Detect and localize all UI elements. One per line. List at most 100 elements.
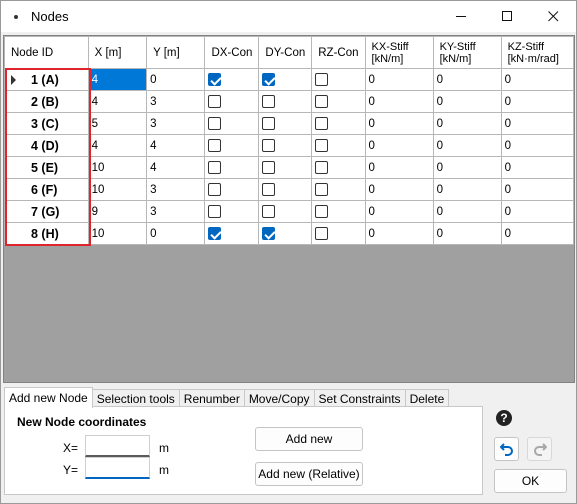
dx-constraint-cell[interactable] xyxy=(204,222,260,245)
table-row[interactable]: 4 (D) 4 4 0 0 0 xyxy=(4,134,574,157)
rz-constraint-cell[interactable] xyxy=(311,200,366,223)
kx-cell[interactable]: 0 xyxy=(364,112,434,135)
ky-cell[interactable]: 0 xyxy=(432,112,502,135)
x-cell[interactable]: 9 xyxy=(87,200,148,223)
x-cell[interactable]: 5 xyxy=(87,112,148,135)
dx-constraint-cell[interactable] xyxy=(204,156,260,179)
y-cell[interactable]: 3 xyxy=(146,200,206,223)
maximize-button[interactable] xyxy=(484,1,530,32)
rz-constraint-cell[interactable] xyxy=(311,156,366,179)
help-icon[interactable]: ? xyxy=(496,410,512,426)
table-row[interactable]: 1 (A) 4 0 0 0 0 xyxy=(4,68,574,91)
x-cell[interactable]: 10 xyxy=(87,178,148,201)
column-header-id[interactable]: Node ID xyxy=(4,36,89,69)
y-cell[interactable]: 0 xyxy=(146,222,206,245)
dy-constraint-cell[interactable] xyxy=(258,178,313,201)
rz-constraint-cell[interactable] xyxy=(311,222,366,245)
ky-cell[interactable]: 0 xyxy=(432,156,502,179)
kz-cell[interactable]: 0 xyxy=(500,156,574,179)
rz-constraint-cell[interactable] xyxy=(311,90,366,113)
x-cell[interactable]: 4 xyxy=(87,90,148,113)
kx-cell[interactable]: 0 xyxy=(364,68,434,91)
dy-constraint-checkbox[interactable] xyxy=(262,95,276,108)
kx-cell[interactable]: 0 xyxy=(364,156,434,179)
kz-cell[interactable]: 0 xyxy=(500,222,574,245)
rz-constraint-checkbox[interactable] xyxy=(315,95,329,108)
dy-constraint-checkbox[interactable] xyxy=(262,117,276,130)
x-cell[interactable]: 10 xyxy=(87,222,148,245)
dx-constraint-cell[interactable] xyxy=(204,134,260,157)
node-id-cell[interactable]: 1 (A) xyxy=(4,68,89,91)
dy-constraint-cell[interactable] xyxy=(258,90,313,113)
ky-cell[interactable]: 0 xyxy=(432,90,502,113)
dx-constraint-checkbox[interactable] xyxy=(208,205,222,218)
dx-constraint-checkbox[interactable] xyxy=(208,139,222,152)
node-id-cell[interactable]: 2 (B) xyxy=(4,90,89,113)
tab-add-new-node[interactable]: Add new Node xyxy=(4,387,93,408)
y-coordinate-input[interactable] xyxy=(85,457,150,479)
table-row[interactable]: 6 (F) 10 3 0 0 0 xyxy=(4,178,574,201)
kz-cell[interactable]: 0 xyxy=(500,90,574,113)
rz-constraint-checkbox[interactable] xyxy=(315,161,329,174)
dx-constraint-checkbox[interactable] xyxy=(208,227,222,240)
column-header-dx[interactable]: DX-Con xyxy=(204,36,260,69)
table-row[interactable]: 3 (C) 5 3 0 0 0 xyxy=(4,112,574,135)
ky-cell[interactable]: 0 xyxy=(432,68,502,91)
node-id-cell[interactable]: 7 (G) xyxy=(4,200,89,223)
dx-constraint-cell[interactable] xyxy=(204,200,260,223)
column-header-kx[interactable]: KX-Stiff [kN/m] xyxy=(364,36,434,69)
column-header-rz[interactable]: RZ-Con xyxy=(311,36,366,69)
redo-button[interactable] xyxy=(527,437,552,461)
rz-constraint-cell[interactable] xyxy=(311,112,366,135)
node-id-cell[interactable]: 6 (F) xyxy=(4,178,89,201)
column-header-dy[interactable]: DY-Con xyxy=(258,36,313,69)
node-id-cell[interactable]: 8 (H) xyxy=(4,222,89,245)
kz-cell[interactable]: 0 xyxy=(500,178,574,201)
rz-constraint-checkbox[interactable] xyxy=(315,139,329,152)
ky-cell[interactable]: 0 xyxy=(432,178,502,201)
x-cell[interactable]: 4 xyxy=(87,68,148,91)
kx-cell[interactable]: 0 xyxy=(364,90,434,113)
dy-constraint-cell[interactable] xyxy=(258,200,313,223)
ok-button[interactable]: OK xyxy=(494,469,567,493)
ky-cell[interactable]: 0 xyxy=(432,134,502,157)
close-button[interactable] xyxy=(530,1,576,32)
table-row[interactable]: 5 (E) 10 4 0 0 0 xyxy=(4,156,574,179)
column-header-x[interactable]: X [m] xyxy=(87,36,148,69)
rz-constraint-cell[interactable] xyxy=(311,68,366,91)
nodes-grid[interactable]: Node ID X [m] Y [m] DX-Con DY-Con RZ-Con KX-St… xyxy=(3,35,575,383)
kz-cell[interactable]: 0 xyxy=(500,112,574,135)
x-coordinate-input[interactable] xyxy=(85,435,150,457)
minimize-button[interactable] xyxy=(438,1,484,32)
table-row[interactable]: 7 (G) 9 3 0 0 0 xyxy=(4,200,574,223)
node-id-cell[interactable]: 5 (E) xyxy=(4,156,89,179)
dy-constraint-cell[interactable] xyxy=(258,68,313,91)
title-bar[interactable]: Nodes xyxy=(1,1,576,32)
dy-constraint-cell[interactable] xyxy=(258,134,313,157)
y-cell[interactable]: 3 xyxy=(146,112,206,135)
add-new-relative-button[interactable]: Add new (Relative) xyxy=(255,462,363,486)
kz-cell[interactable]: 0 xyxy=(500,134,574,157)
y-cell[interactable]: 3 xyxy=(146,90,206,113)
dy-constraint-checkbox[interactable] xyxy=(262,73,276,86)
y-cell[interactable]: 3 xyxy=(146,178,206,201)
dx-constraint-checkbox[interactable] xyxy=(208,183,222,196)
dy-constraint-checkbox[interactable] xyxy=(262,227,276,240)
ky-cell[interactable]: 0 xyxy=(432,222,502,245)
kz-cell[interactable]: 0 xyxy=(500,68,574,91)
undo-button[interactable] xyxy=(494,437,519,461)
dx-constraint-checkbox[interactable] xyxy=(208,73,222,86)
kx-cell[interactable]: 0 xyxy=(364,222,434,245)
dx-constraint-cell[interactable] xyxy=(204,178,260,201)
dx-constraint-cell[interactable] xyxy=(204,90,260,113)
column-header-kz[interactable]: KZ-Stiff [kN·m/rad] xyxy=(500,36,574,69)
table-row[interactable]: 8 (H) 10 0 0 0 0 xyxy=(4,222,574,245)
y-cell[interactable]: 4 xyxy=(146,134,206,157)
dy-constraint-checkbox[interactable] xyxy=(262,139,276,152)
rz-constraint-checkbox[interactable] xyxy=(315,205,329,218)
dy-constraint-cell[interactable] xyxy=(258,222,313,245)
dx-constraint-cell[interactable] xyxy=(204,68,260,91)
kx-cell[interactable]: 0 xyxy=(364,200,434,223)
kx-cell[interactable]: 0 xyxy=(364,134,434,157)
dx-constraint-cell[interactable] xyxy=(204,112,260,135)
